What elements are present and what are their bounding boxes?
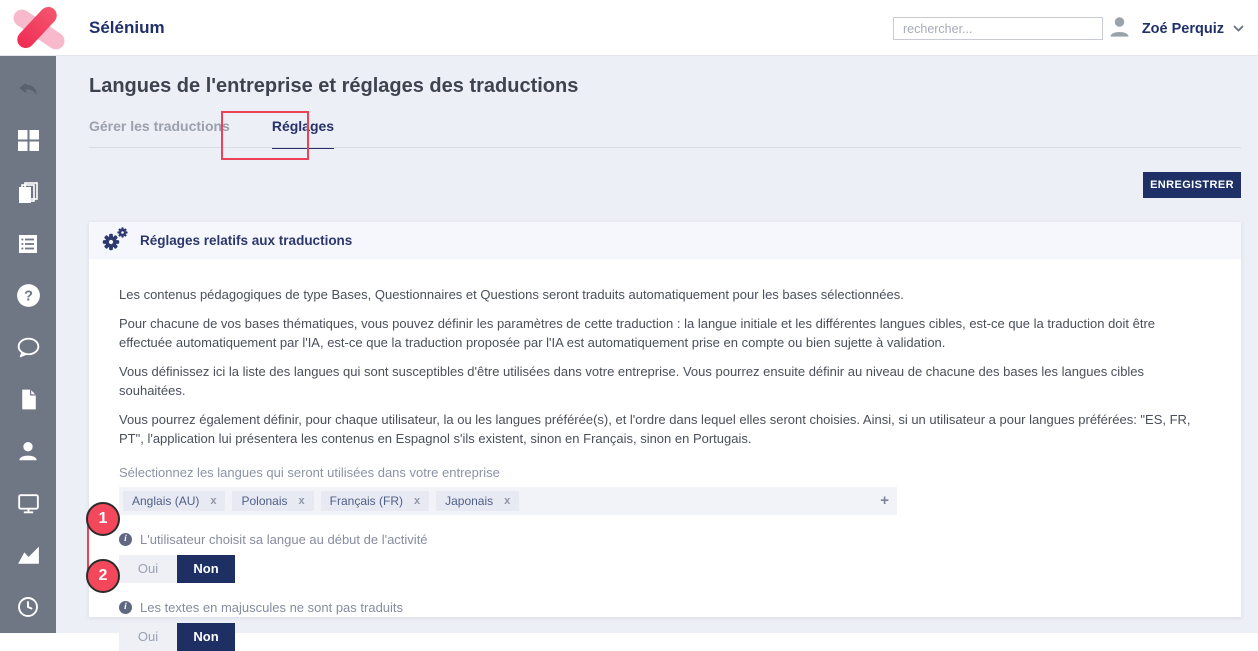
languages-tag-input[interactable]: Anglais (AU) x Polonais x Français (FR) … [119, 486, 897, 515]
yes-no-toggle: Oui Non [119, 554, 1211, 583]
search-input[interactable] [893, 17, 1103, 40]
info-icon: i [119, 532, 132, 546]
non-button[interactable]: Non [177, 554, 235, 583]
languages-list-paragraph: Vous définissez ici la liste des langues… [119, 363, 1145, 399]
yes-no-toggle: Oui Non [119, 622, 1211, 651]
settings-card-body: Les contenus pédagogiques de type Bases,… [89, 259, 1241, 651]
language-tag: Anglais (AU) x [123, 490, 226, 511]
tab-reglages[interactable]: Réglages [271, 118, 335, 149]
main-content: Langues de l'entreprise et réglages des … [56, 56, 1258, 651]
language-tag: Français (FR) x [320, 490, 430, 511]
save-button[interactable]: ENREGISTRER [1143, 172, 1241, 198]
sidebar-nav: ? [0, 56, 56, 633]
list-icon[interactable] [0, 218, 56, 270]
language-tag-label: Japonais [445, 493, 494, 508]
intro-paragraph: Les contenus pédagogiques de type Bases,… [119, 287, 904, 302]
params-paragraph: Pour chacune de vos bases thématiques, v… [119, 315, 1156, 351]
tab-gerer-les-traductions[interactable]: Gérer les traductions [89, 118, 230, 149]
toggle-info-row: i Les textes en majuscules ne sont pas t… [119, 600, 1211, 615]
help-icon[interactable]: ? [0, 270, 56, 322]
remove-tag-icon[interactable]: x [414, 495, 420, 507]
brand-logo[interactable] [10, 2, 68, 54]
language-tag: Japonais x [436, 490, 520, 511]
add-language-icon[interactable]: + [880, 492, 889, 509]
oui-button[interactable]: Oui [119, 622, 177, 651]
settings-card: Réglages relatifs aux traductions Les co… [89, 222, 1241, 651]
document-icon[interactable] [0, 373, 56, 425]
language-tag: Polonais x [232, 490, 314, 511]
page-title: Langues de l'entreprise et réglages des … [89, 75, 579, 97]
svg-text:?: ? [24, 289, 33, 305]
app-title: Sélénium [89, 18, 165, 37]
non-button[interactable]: Non [177, 622, 235, 651]
gears-icon [102, 225, 129, 257]
annotation-step-1: 1 [86, 502, 120, 536]
user-name: Zoé Perquiz [1141, 21, 1224, 37]
toggle-uppercase-not-translated: i Les textes en majuscules ne sont pas t… [119, 600, 1211, 651]
toggle-info-row: i L'utilisateur choisit sa langue au déb… [119, 532, 1211, 547]
language-tag-label: Français (FR) [329, 493, 403, 508]
remove-tag-icon[interactable]: x [504, 495, 510, 507]
preferred-languages-paragraph: Vous pourrez également définir, pour cha… [119, 411, 1191, 447]
undo-arrow-icon[interactable] [0, 62, 56, 114]
language-tag-label: Polonais [241, 493, 288, 508]
dashboard-grid-icon[interactable] [0, 114, 56, 166]
languages-select-label: Sélectionnez les langues qui seront util… [119, 464, 500, 480]
avatar-icon [1106, 13, 1133, 45]
remove-tag-icon[interactable]: x [299, 495, 305, 507]
user-icon[interactable] [0, 425, 56, 477]
toggle-label: L'utilisateur choisit sa langue au début… [140, 531, 428, 547]
chevron-down-icon [1233, 20, 1244, 38]
pages-icon[interactable] [0, 166, 56, 218]
toggle-label: Les textes en majuscules ne sont pas tra… [140, 599, 404, 615]
toggle-user-chooses-language: i L'utilisateur choisit sa langue au déb… [119, 532, 1211, 583]
chart-icon[interactable] [0, 529, 56, 581]
oui-button[interactable]: Oui [119, 554, 177, 583]
tab-bar: Gérer les traductions Réglages [89, 118, 335, 149]
language-tag-label: Anglais (AU) [132, 493, 200, 508]
user-menu[interactable]: Zoé Perquiz [1106, 13, 1244, 45]
clock-icon[interactable] [0, 581, 56, 633]
monitor-icon[interactable] [0, 477, 56, 529]
tabs-divider [89, 147, 1241, 148]
top-header: Sélénium Zoé Perquiz [0, 0, 1258, 56]
remove-tag-icon[interactable]: x [210, 495, 216, 507]
annotation-step-2: 2 [86, 559, 120, 593]
info-icon: i [119, 600, 132, 614]
settings-card-title: Réglages relatifs aux traductions [140, 233, 353, 248]
chat-bubble-icon[interactable] [0, 322, 56, 374]
settings-card-header: Réglages relatifs aux traductions [89, 222, 1241, 259]
